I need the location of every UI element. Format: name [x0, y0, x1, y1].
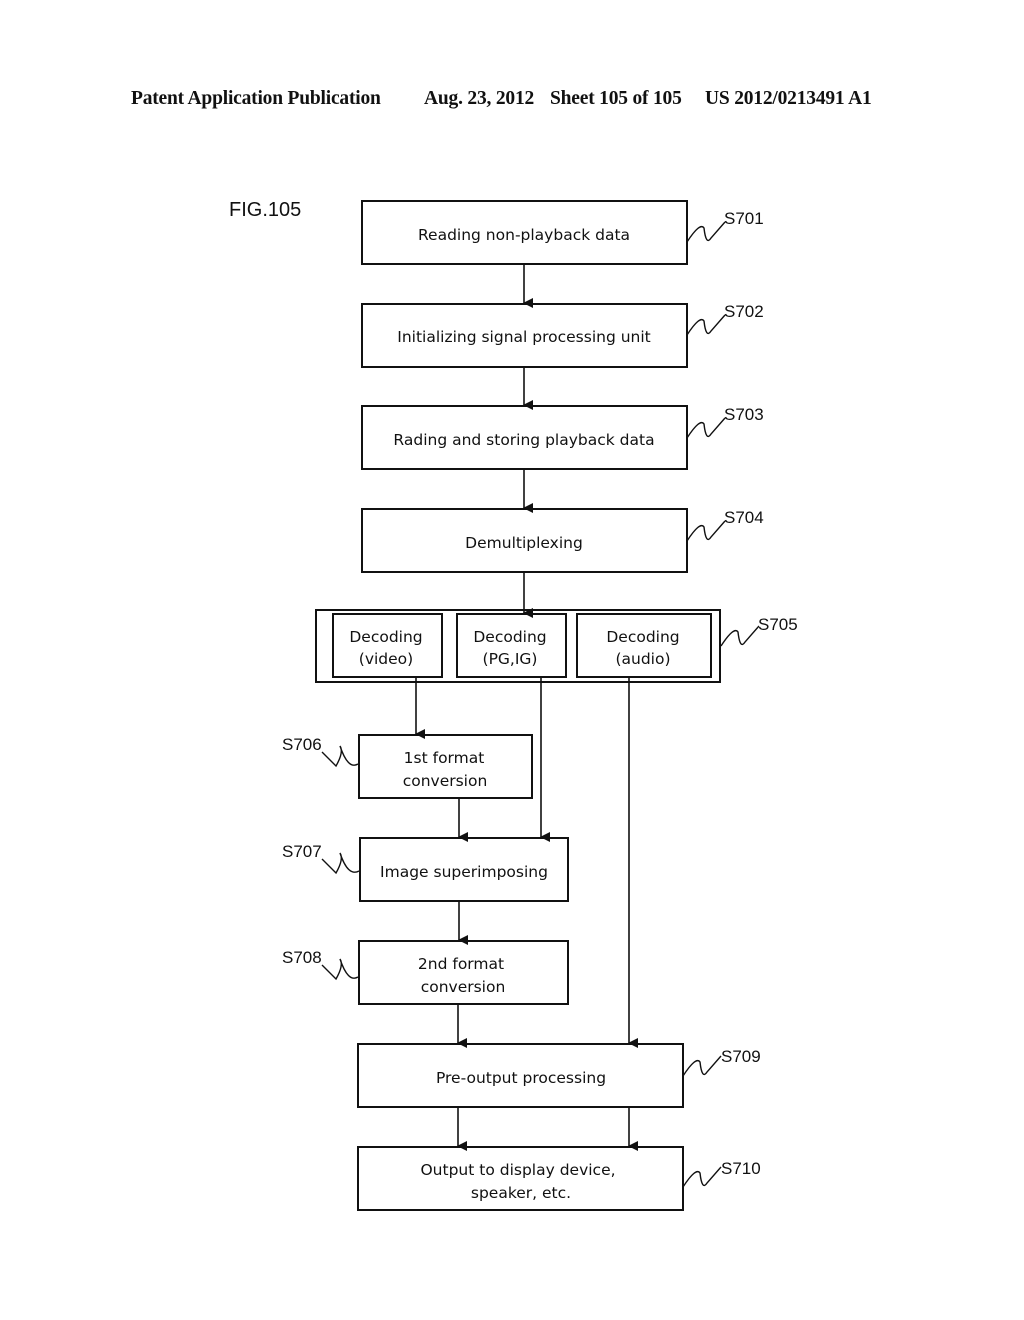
- leader-s707: [321, 852, 360, 875]
- decoding-pg-ig-line1: Decoding: [473, 628, 546, 646]
- step-s710: Output to display device, speaker, etc.: [357, 1146, 684, 1211]
- step-label-s705: S705: [758, 615, 798, 634]
- decoding-audio-line1: Decoding: [606, 628, 679, 646]
- step-label-s702: S702: [724, 302, 764, 321]
- leader-s706: [321, 745, 359, 768]
- step-label-s709: S709: [721, 1047, 761, 1066]
- step-text: Rading and storing playback data: [393, 431, 654, 449]
- leader-s701: [686, 221, 726, 243]
- leader-s702: [686, 314, 726, 336]
- step-s702: Initializing signal processing unit: [361, 303, 688, 368]
- leader-s703: [686, 417, 726, 439]
- step-text-line1: 1st format: [404, 749, 485, 767]
- step-s707: Image superimposing: [359, 837, 569, 902]
- step-s706: 1st format conversion: [358, 734, 533, 799]
- step-s708: 2nd format conversion: [358, 940, 569, 1005]
- step-s703: Rading and storing playback data: [361, 405, 688, 470]
- decoding-video-line1: Decoding: [349, 628, 422, 646]
- step-s701: Reading non-playback data: [361, 200, 688, 265]
- step-s705: Decoding (video) Decoding (PG,IG) Decodi…: [315, 609, 721, 683]
- step-s704: Demultiplexing: [361, 508, 688, 573]
- step-label-s704: S704: [724, 508, 764, 527]
- leader-s704: [686, 520, 726, 542]
- decoding-audio-line2: (audio): [615, 650, 670, 668]
- step-label-s706: S706: [282, 735, 322, 754]
- step-text-line1: Output to display device,: [420, 1161, 615, 1179]
- step-text-line2: conversion: [403, 772, 488, 790]
- leader-s710: [682, 1166, 722, 1188]
- step-label-s701: S701: [724, 209, 764, 228]
- leader-s705: [720, 625, 760, 647]
- leader-s709: [682, 1055, 722, 1077]
- step-label-s703: S703: [724, 405, 764, 424]
- flowchart: Reading non-playback data Initializing s…: [282, 200, 798, 1211]
- step-label-s707: S707: [282, 842, 322, 861]
- step-text-line2: speaker, etc.: [471, 1184, 571, 1202]
- decoding-video-line2: (video): [359, 650, 413, 668]
- step-s709: Pre-output processing: [357, 1043, 684, 1108]
- step-label-s708: S708: [282, 948, 322, 967]
- leader-s708: [321, 958, 359, 981]
- step-text: Image superimposing: [380, 863, 548, 881]
- step-text: Pre-output processing: [436, 1069, 606, 1087]
- step-label-s710: S710: [721, 1159, 761, 1178]
- step-text: Demultiplexing: [465, 534, 583, 552]
- step-text-line2: conversion: [421, 978, 506, 996]
- step-text: Initializing signal processing unit: [397, 328, 651, 346]
- decoding-pg-ig-line2: (PG,IG): [483, 650, 538, 668]
- step-text: Reading non-playback data: [418, 226, 630, 244]
- step-text-line1: 2nd format: [418, 955, 504, 973]
